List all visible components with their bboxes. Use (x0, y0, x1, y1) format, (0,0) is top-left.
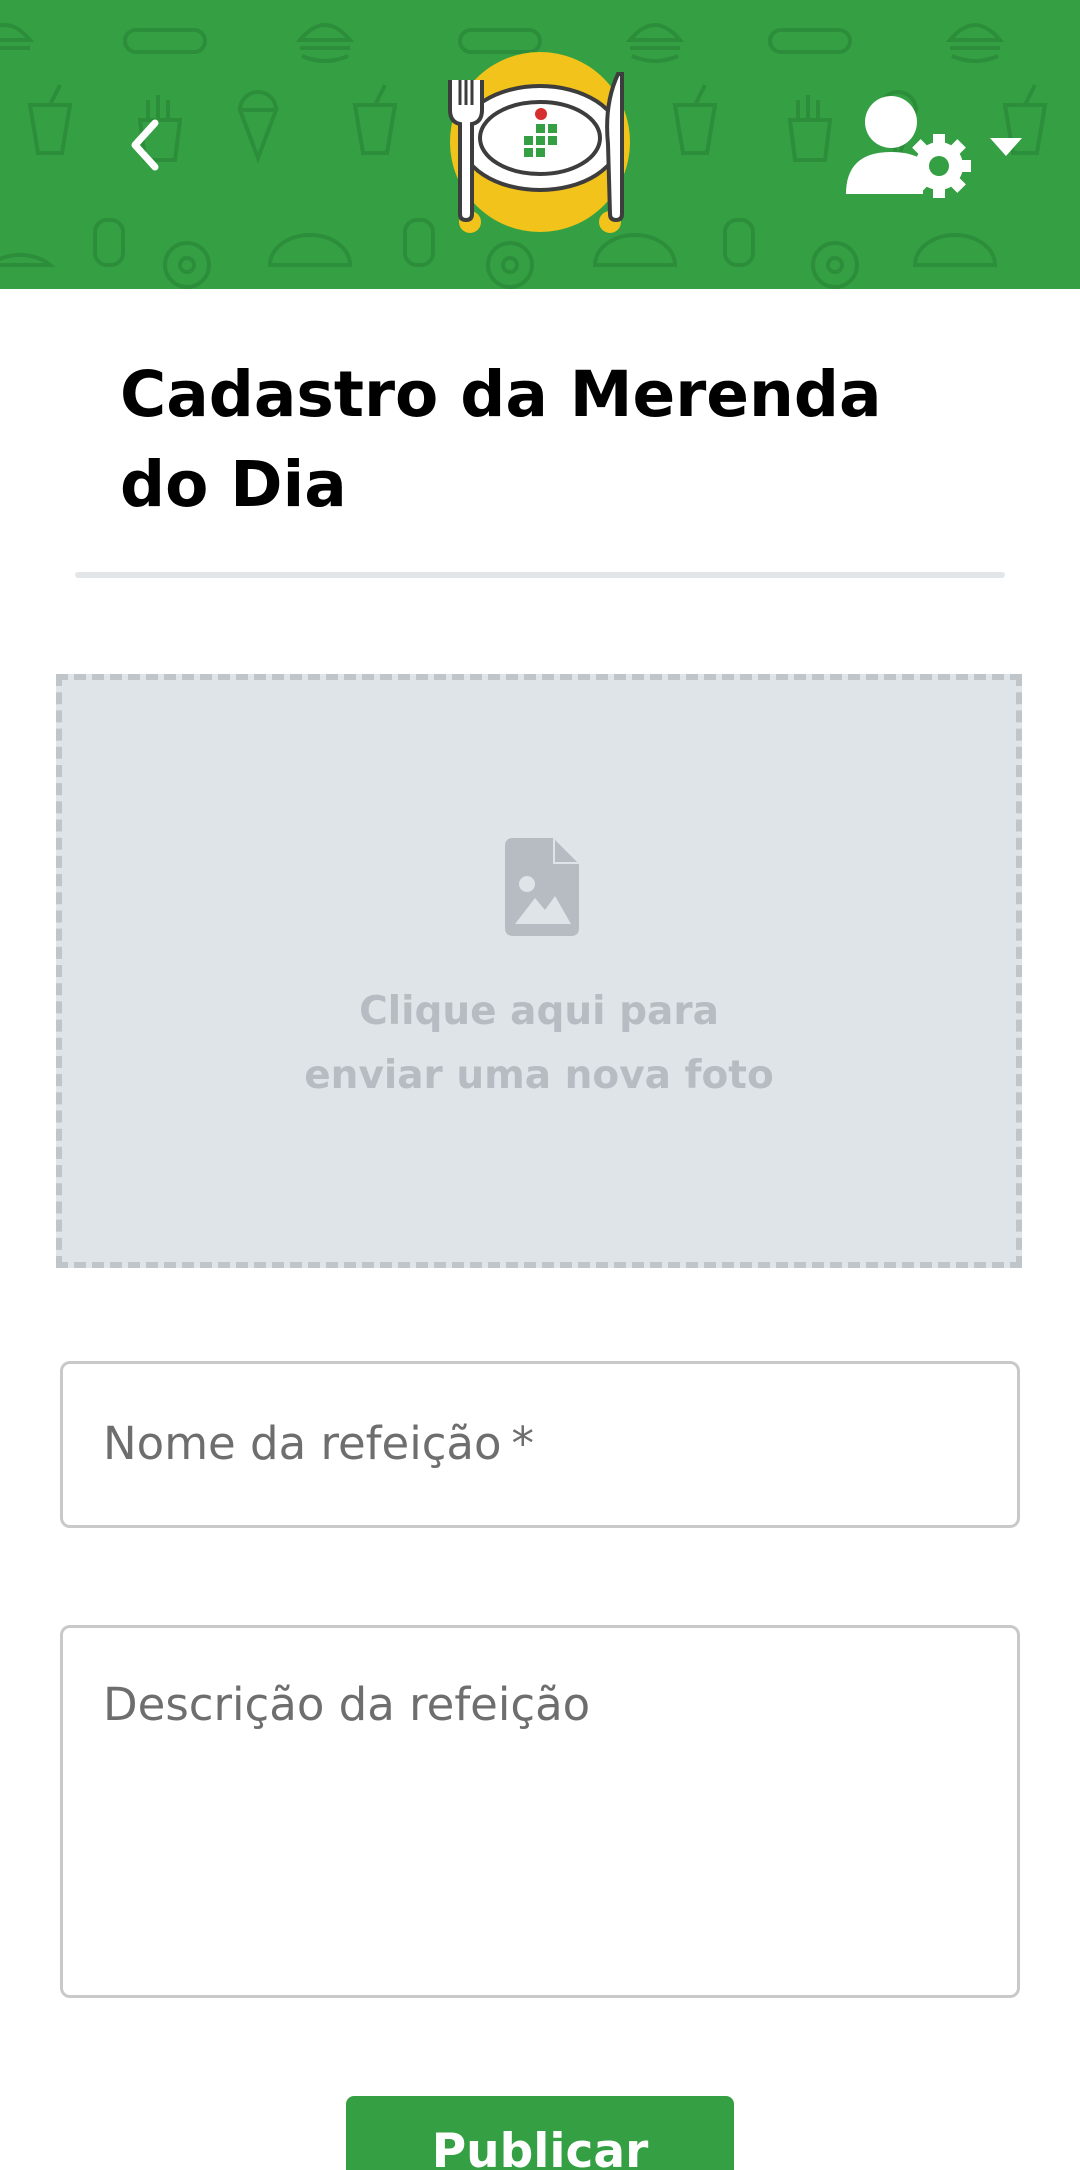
publish-button[interactable]: Publicar (346, 2096, 734, 2170)
upload-instructions: Clique aqui para enviar uma nova foto (62, 980, 1016, 1108)
user-settings-icon (846, 96, 971, 198)
meal-name-placeholder: Nome da refeição * (103, 1417, 534, 1470)
meal-name-input[interactable]: Nome da refeição * (60, 1361, 1020, 1528)
meal-registration-screen: Cadastro da Merenda do Dia Clique aqui p… (0, 0, 1080, 2170)
caret-down-icon (990, 138, 1022, 156)
meal-description-textarea[interactable]: Descrição da refeição (60, 1625, 1020, 1998)
upload-text-line-1: Clique aqui para (359, 989, 719, 1034)
required-mark: * (511, 1417, 535, 1470)
page-title: Cadastro da Merenda do Dia (120, 358, 882, 521)
back-button[interactable] (110, 100, 180, 190)
app-header (0, 0, 1080, 289)
photo-upload-dropzone[interactable]: Clique aqui para enviar uma nova foto (56, 674, 1022, 1268)
title-divider (75, 572, 1005, 578)
user-settings-menu[interactable] (840, 90, 1040, 210)
meal-name-placeholder-text: Nome da refeição (103, 1417, 502, 1470)
app-logo (448, 52, 630, 233)
image-file-icon (505, 838, 579, 936)
upload-text-line-2: enviar uma nova foto (304, 1053, 774, 1098)
meal-description-placeholder: Descrição da refeição (103, 1678, 591, 1731)
chevron-left-icon (131, 119, 159, 171)
